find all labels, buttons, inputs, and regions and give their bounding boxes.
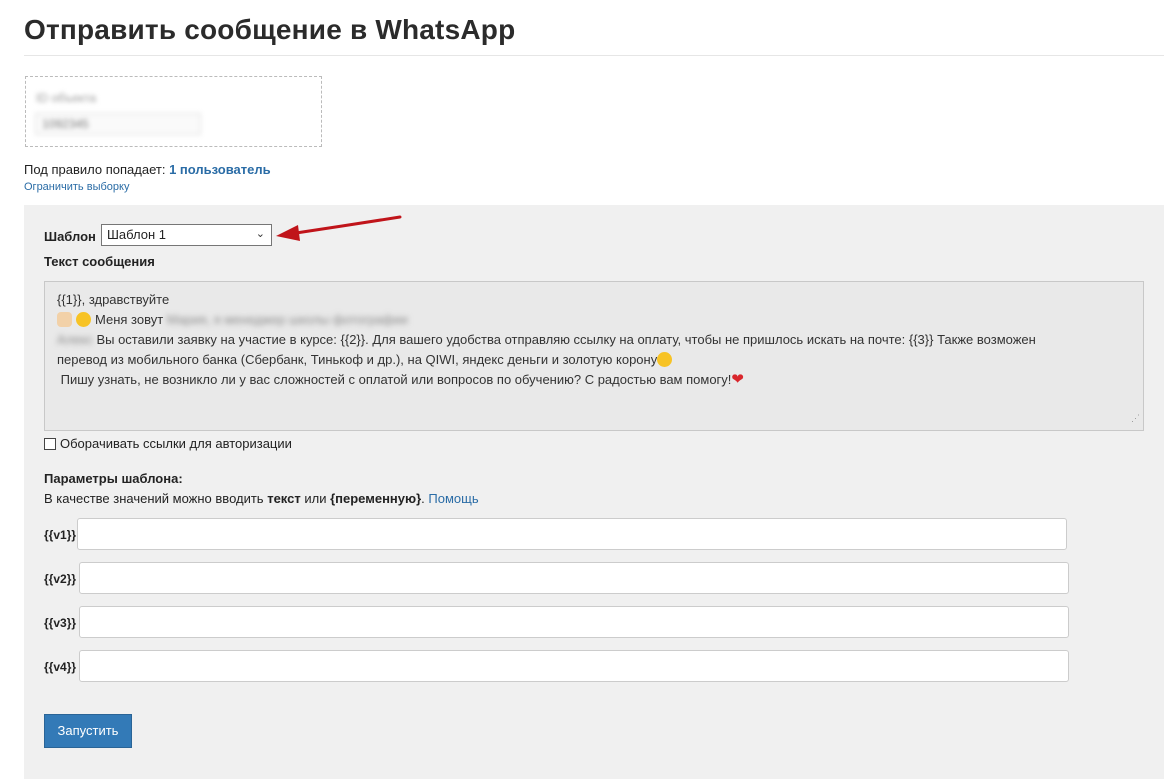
blurred-course-name: Алекс	[57, 332, 93, 347]
annotation-arrow-icon	[276, 215, 402, 241]
message-intro: Меня зовут	[95, 312, 167, 327]
message-textarea[interactable]: {{1}}, здравствуйте Меня зовут Мария, я …	[44, 281, 1144, 431]
resize-grip-icon[interactable]: ⋰	[1131, 408, 1140, 428]
run-button[interactable]: Запустить	[44, 714, 132, 748]
param-input-v3[interactable]	[79, 606, 1069, 638]
hint-prefix: В качестве значений можно вводить	[44, 491, 268, 506]
message-greeting: {{1}}, здравствуйте	[57, 292, 170, 307]
object-id-input[interactable]: 1092345	[35, 113, 201, 135]
param-label-v2: {{v2}}	[44, 572, 77, 586]
param-label-v4: {{v4}}	[44, 660, 77, 674]
message-line: Пишу узнать, не возникло ли у вас сложно…	[57, 370, 1131, 390]
rule-match-prefix: Под правило попадает:	[24, 162, 170, 177]
wrap-links-checkbox[interactable]	[44, 437, 56, 450]
object-id-label: ID объекта	[36, 91, 97, 105]
message-line: Меня зовут Мария, я менеджер школы фотог…	[57, 310, 1131, 330]
param-label-v3: {{v3}}	[44, 616, 77, 630]
rule-match-text: Под правило попадает: 1 пользователь	[24, 162, 271, 177]
template-label: Шаблон	[44, 229, 96, 244]
hint-variable-word: {переменную}	[330, 491, 422, 506]
message-line: Алекс Вы оставили заявку на участие в ку…	[57, 330, 1131, 350]
object-filter-box: ID объекта 1092345	[25, 76, 322, 147]
smiley-icon	[76, 312, 91, 327]
title-divider	[24, 55, 1164, 56]
param-input-v4[interactable]	[79, 650, 1069, 682]
page-title: Отправить сообщение в WhatsApp	[24, 14, 516, 45]
chevron-down-icon: ⌄	[255, 228, 265, 240]
param-input-v2[interactable]	[79, 562, 1069, 594]
rule-match-count[interactable]: 1 пользователь	[169, 162, 271, 177]
wrap-links-label: Оборачивать ссылки для авторизации	[60, 436, 292, 451]
message-line: {{1}}, здравствуйте	[57, 290, 1131, 310]
wink-icon	[657, 352, 673, 367]
waving-hand-icon	[57, 312, 72, 327]
message-body-1: Вы оставили заявку на участие в курсе: {…	[92, 332, 1036, 347]
param-label-v1: {{v1}}	[44, 528, 77, 542]
message-label: Текст сообщения	[44, 254, 155, 269]
hint-or: или	[300, 491, 331, 506]
params-title: Параметры шаблона:	[44, 471, 183, 486]
wrap-links-option[interactable]: Оборачивать ссылки для авторизации	[44, 436, 292, 451]
send-form-panel: Шаблон Шаблон 1 ⌄ Текст сообщения {{1}},…	[24, 205, 1164, 779]
restrict-selection-link[interactable]: Ограничить выборку	[24, 181, 129, 193]
message-body-2: перевод из мобильного банка (Сбербанк, Т…	[57, 352, 658, 367]
blurred-sender-name: Мария, я менеджер школы фотографии	[166, 312, 408, 327]
message-body-3: Пишу узнать, не возникло ли у вас сложно…	[57, 372, 732, 387]
heart-icon: ❤	[731, 371, 744, 388]
help-link[interactable]: Помощь	[428, 491, 478, 506]
hint-text-word: текст	[267, 491, 301, 506]
message-line: перевод из мобильного банка (Сбербанк, Т…	[57, 350, 1131, 370]
template-selected-value: Шаблон 1	[107, 227, 166, 242]
params-hint: В качестве значений можно вводить текст …	[44, 491, 479, 506]
param-input-v1[interactable]	[77, 518, 1067, 550]
template-select[interactable]: Шаблон 1 ⌄	[101, 224, 272, 246]
